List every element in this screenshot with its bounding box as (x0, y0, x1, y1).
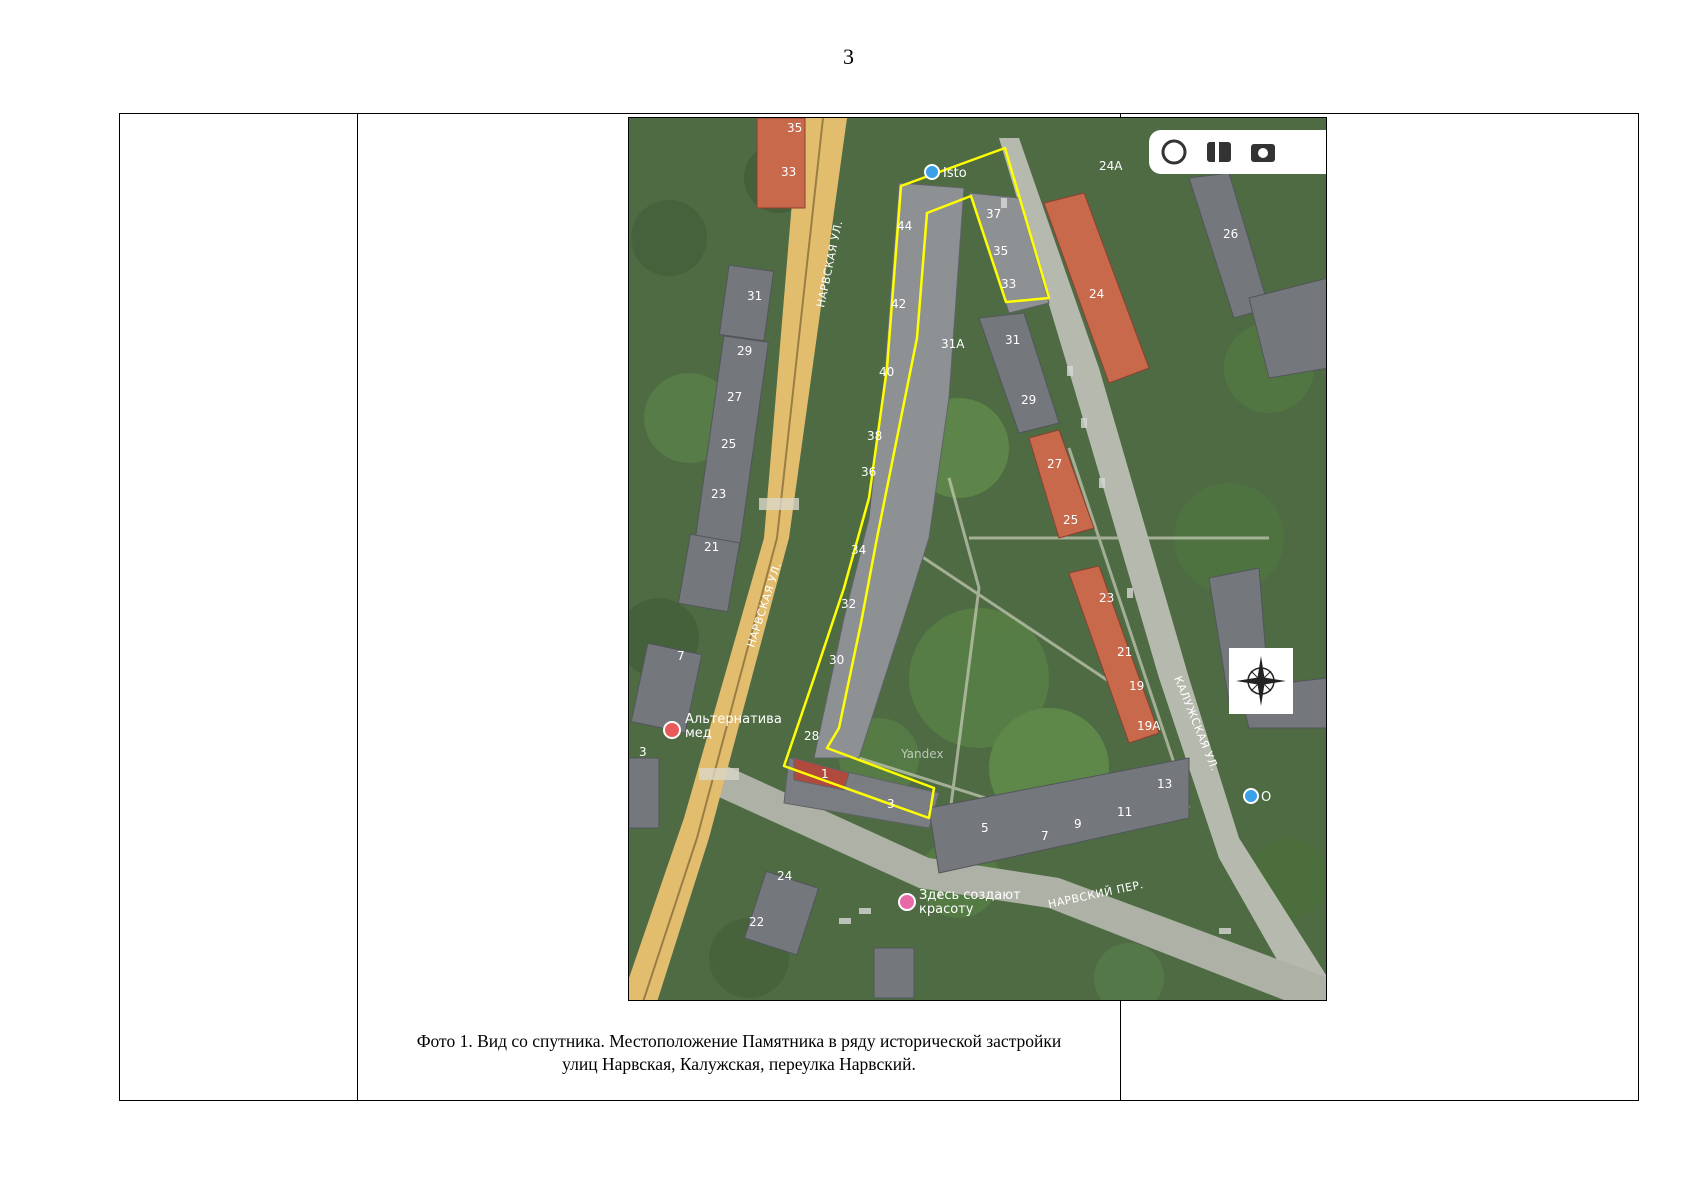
svg-text:Isto: Isto (943, 166, 967, 181)
svg-text:35: 35 (787, 121, 802, 135)
svg-text:31А: 31А (941, 337, 965, 351)
caption-line-1: Фото 1. Вид со спутника. Местоположение … (416, 1031, 1062, 1051)
svg-text:7: 7 (677, 649, 685, 663)
table-cell-middle: 35 33 31 29 27 25 23 21 7 3 24 22 44 42 … (358, 114, 1327, 1100)
svg-text:33: 33 (781, 165, 796, 179)
svg-text:Альтернатива: Альтернатива (685, 712, 782, 727)
svg-text:27: 27 (1047, 457, 1062, 471)
svg-text:3: 3 (639, 745, 647, 759)
svg-text:27: 27 (727, 390, 742, 404)
pin-icon (924, 164, 940, 180)
table-cell-left (120, 114, 358, 1100)
svg-text:30: 30 (829, 653, 844, 667)
caption-line-2: улиц Нарвская, Калужская, переулка Нарвс… (562, 1054, 916, 1074)
page-number: 3 (843, 44, 854, 69)
svg-text:40: 40 (879, 365, 894, 379)
svg-text:29: 29 (737, 344, 752, 358)
svg-text:мед: мед (685, 726, 712, 741)
medical-pin-icon (663, 721, 681, 739)
svg-text:25: 25 (1063, 513, 1078, 527)
svg-text:1: 1 (821, 767, 829, 781)
svg-text:23: 23 (1099, 591, 1114, 605)
svg-text:24: 24 (1089, 287, 1104, 301)
svg-text:35: 35 (993, 244, 1008, 258)
svg-text:36: 36 (861, 465, 876, 479)
svg-text:29: 29 (1021, 393, 1036, 407)
svg-text:22: 22 (749, 915, 764, 929)
svg-text:5: 5 (981, 821, 989, 835)
svg-text:31: 31 (1005, 333, 1020, 347)
svg-text:33: 33 (1001, 277, 1016, 291)
svg-text:28: 28 (804, 729, 819, 743)
svg-text:31: 31 (747, 289, 762, 303)
svg-text:37: 37 (986, 207, 1001, 221)
svg-text:32: 32 (841, 597, 856, 611)
yandex-watermark: Yandex (900, 747, 944, 761)
table-cell-right (1121, 114, 1638, 1100)
svg-text:24: 24 (777, 869, 792, 883)
poi-isto: Isto (924, 164, 967, 181)
svg-text:9: 9 (1074, 817, 1082, 831)
svg-text:красоту: красоту (919, 902, 974, 917)
svg-text:42: 42 (891, 297, 906, 311)
svg-text:24А: 24А (1099, 159, 1123, 173)
svg-text:44: 44 (897, 219, 912, 233)
svg-text:3: 3 (887, 797, 895, 811)
document-table: 35 33 31 29 27 25 23 21 7 3 24 22 44 42 … (119, 113, 1639, 1101)
svg-text:23: 23 (711, 487, 726, 501)
svg-text:25: 25 (721, 437, 736, 451)
svg-text:34: 34 (851, 543, 866, 557)
svg-text:38: 38 (867, 429, 882, 443)
photo-caption: Фото 1. Вид со спутника. Местоположение … (358, 1030, 1120, 1076)
svg-text:Здесь создают: Здесь создают (919, 888, 1021, 903)
svg-text:21: 21 (704, 540, 719, 554)
beauty-pin-icon (898, 893, 916, 911)
svg-text:7: 7 (1041, 829, 1049, 843)
